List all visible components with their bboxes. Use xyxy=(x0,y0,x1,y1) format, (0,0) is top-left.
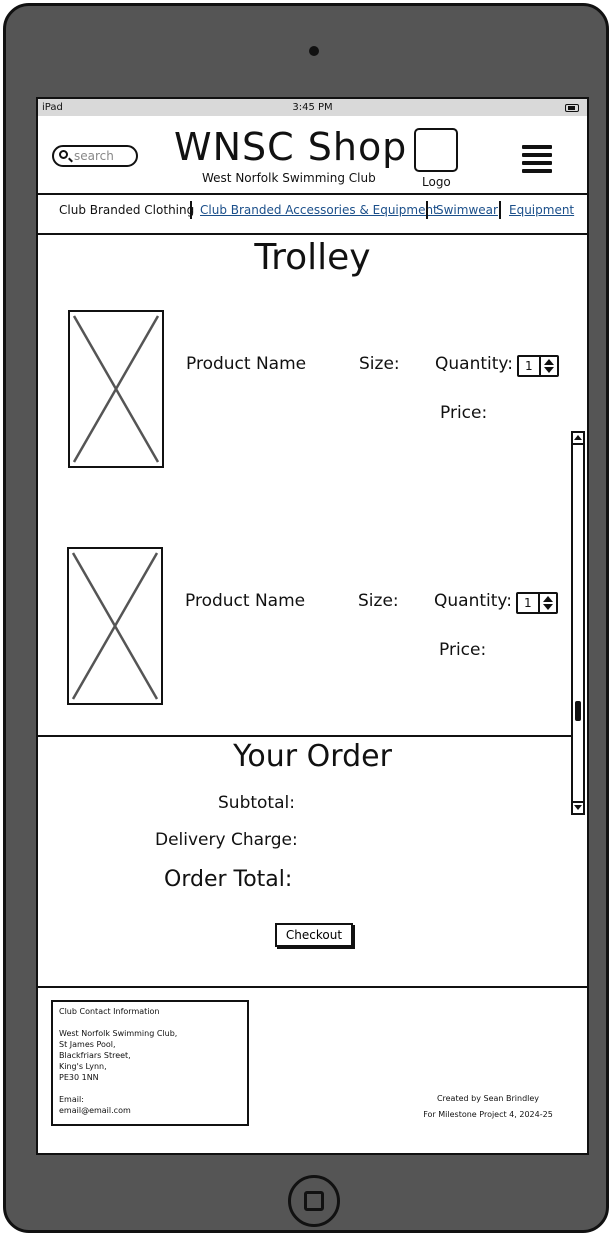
search-icon xyxy=(59,150,68,159)
footer-divider xyxy=(38,986,587,988)
category-nav: Club Branded Clothing Club Branded Acces… xyxy=(38,199,587,221)
email-value[interactable]: email@email.com xyxy=(59,1105,241,1116)
scroll-up-arrow-icon[interactable] xyxy=(573,433,583,445)
trolley-title: Trolley xyxy=(254,237,371,278)
quantity-value: 1 xyxy=(524,596,532,610)
product-image-placeholder xyxy=(67,547,163,705)
delivery-charge-label: Delivery Charge: xyxy=(155,830,298,850)
nav-item-equipment[interactable]: Equipment xyxy=(509,203,574,217)
credit-line: Created by Sean Brindley xyxy=(436,1094,540,1103)
price-label: Price: xyxy=(439,640,487,660)
ipad-device-frame: iPad 3:45 PM search WNSC Shop West Norfo… xyxy=(3,3,609,1233)
product-name: Product Name xyxy=(185,591,306,611)
nav-separator xyxy=(426,201,428,219)
subtotal-label: Subtotal: xyxy=(218,793,295,813)
nav-divider xyxy=(38,233,587,235)
search-placeholder: search xyxy=(74,149,114,163)
nav-separator xyxy=(190,201,192,219)
address-line: St James Pool, xyxy=(59,1040,116,1049)
address-line: Blackfriars Street, xyxy=(59,1051,131,1060)
order-total-label: Order Total: xyxy=(164,867,293,892)
camera-icon xyxy=(309,46,319,56)
quantity-label: Quantity: xyxy=(435,354,513,374)
quantity-stepper[interactable]: 1 xyxy=(516,592,558,614)
contact-title: Club Contact Information xyxy=(59,1007,160,1016)
home-button-icon[interactable] xyxy=(288,1175,340,1227)
order-title: Your Order xyxy=(233,739,392,774)
product-image-placeholder xyxy=(68,310,164,468)
status-bar: iPad 3:45 PM xyxy=(38,99,587,116)
credit-line: For Milestone Project 4, 2024-25 xyxy=(423,1110,553,1119)
quantity-label: Quantity: xyxy=(434,591,512,611)
stepper-arrows-icon[interactable] xyxy=(539,357,557,375)
size-label: Size: xyxy=(359,354,400,374)
search-input[interactable]: search xyxy=(52,145,138,167)
stepper-arrows-icon[interactable] xyxy=(538,594,556,612)
scroll-down-arrow-icon[interactable] xyxy=(573,801,583,813)
email-label: Email: xyxy=(59,1095,84,1104)
scrollbar-thumb[interactable] xyxy=(575,701,581,721)
nav-item-club-branded-clothing[interactable]: Club Branded Clothing xyxy=(59,203,194,217)
logo-label: Logo xyxy=(422,175,451,189)
address-line: West Norfolk Swimming Club, xyxy=(59,1029,178,1038)
quantity-stepper[interactable]: 1 xyxy=(517,355,559,377)
screen: iPad 3:45 PM search WNSC Shop West Norfo… xyxy=(36,97,589,1155)
address-line: PE30 1NN xyxy=(59,1073,99,1082)
quantity-value: 1 xyxy=(525,359,533,373)
logo-image[interactable] xyxy=(414,128,458,172)
nav-item-accessories-equipment[interactable]: Club Branded Accessories & Equipment xyxy=(200,203,438,217)
product-name: Product Name xyxy=(186,354,307,374)
shop-title: WNSC Shop xyxy=(174,125,408,169)
trolley-divider xyxy=(38,735,571,737)
size-label: Size: xyxy=(358,591,399,611)
status-time: 3:45 PM xyxy=(292,102,333,113)
nav-item-swimwear[interactable]: Swimwear xyxy=(436,203,498,217)
header-divider xyxy=(38,193,587,195)
address-line: King's Lynn, xyxy=(59,1062,107,1071)
price-label: Price: xyxy=(440,403,488,423)
hamburger-menu-icon[interactable] xyxy=(522,145,552,173)
shop-subtitle: West Norfolk Swimming Club xyxy=(202,171,376,185)
contact-info-box: Club Contact Information West Norfolk Sw… xyxy=(51,1000,249,1126)
credits: Created by Sean Brindley For Milestone P… xyxy=(398,1091,578,1123)
nav-separator xyxy=(499,201,501,219)
battery-icon xyxy=(565,104,579,112)
checkout-button[interactable]: Checkout xyxy=(275,923,353,947)
